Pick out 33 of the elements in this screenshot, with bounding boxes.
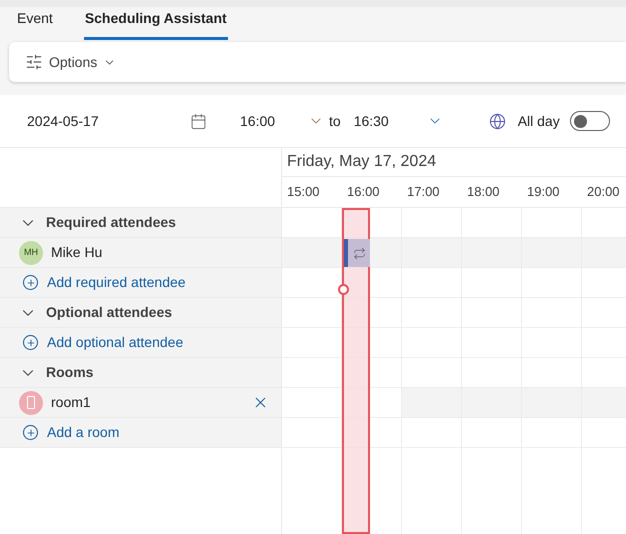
calendar-icon[interactable] bbox=[190, 112, 207, 130]
hour-label: 19:00 bbox=[526, 183, 561, 202]
day-title: Friday, May 17, 2024 bbox=[282, 148, 626, 177]
room-name: room1 bbox=[51, 393, 91, 412]
add-link[interactable]: Add optional attendee bbox=[23, 332, 184, 353]
to-label: to bbox=[329, 112, 341, 130]
selected-time-range[interactable] bbox=[342, 208, 370, 534]
start-time-field[interactable]: 16:00 bbox=[240, 110, 308, 132]
hour-label: 18:00 bbox=[466, 183, 501, 202]
avatar: MH bbox=[19, 240, 43, 264]
globe-icon[interactable] bbox=[488, 112, 506, 130]
all-day-label: All day bbox=[518, 112, 560, 131]
tab[interactable]: Event bbox=[16, 8, 54, 40]
hour-label: 15:00 bbox=[286, 183, 321, 202]
add-icon bbox=[23, 275, 38, 290]
recurring-icon bbox=[352, 246, 366, 260]
add-icon bbox=[23, 335, 38, 350]
section-header: Rooms bbox=[46, 363, 94, 382]
attendee-name: Mike Hu bbox=[51, 243, 102, 262]
date-field[interactable]: 2024-05-17 bbox=[27, 110, 187, 132]
add-link[interactable]: Add required attendee bbox=[23, 272, 186, 293]
section-header: Optional attendees bbox=[46, 303, 172, 322]
add-link[interactable]: Add a room bbox=[23, 422, 120, 443]
section-header: Required attendees bbox=[46, 213, 176, 232]
door-icon bbox=[27, 396, 35, 409]
hour-label: 20:00 bbox=[586, 183, 621, 202]
options-button[interactable]: Options bbox=[25, 52, 116, 72]
sliders-icon bbox=[25, 53, 43, 71]
all-day-toggle[interactable] bbox=[570, 111, 610, 131]
end-time-field[interactable]: 16:30 bbox=[354, 110, 427, 132]
hour-label: 17:00 bbox=[406, 183, 441, 202]
hour-label: 16:00 bbox=[346, 183, 381, 202]
add-icon bbox=[23, 425, 38, 440]
